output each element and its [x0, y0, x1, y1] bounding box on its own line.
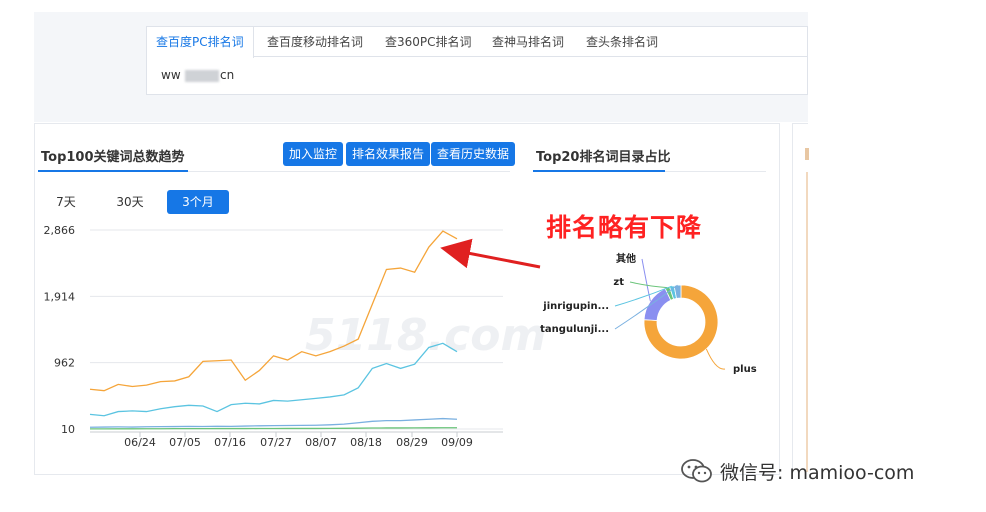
y-tick-label: 962 — [54, 357, 75, 370]
pie-label-4: tangulunji... — [540, 324, 609, 335]
pie-label-2: zt — [613, 277, 624, 288]
charts-canvas: 5118.com 2,866 1,914 962 10 06/24 07/05 07/16 0… — [44, 224, 757, 449]
pie-chart: plus 其他 zt jinrigupin... tangulunji... — [540, 252, 757, 375]
pie-label-1: 其他 — [616, 252, 636, 265]
pie-label-0: plus — [733, 364, 757, 375]
wechat-id: 微信号: mamioo-com — [720, 461, 915, 484]
x-tick-label: 08/29 — [396, 436, 428, 449]
wechat-badge: 微信号: mamioo-com — [680, 456, 914, 486]
y-tick-label: 1,914 — [44, 290, 76, 303]
x-tick-label: 08/18 — [350, 436, 382, 449]
wechat-icon — [681, 459, 712, 483]
series-line-2 — [89, 417, 458, 428]
x-tick-label: 06/24 — [124, 436, 156, 449]
x-tick-label: 08/07 — [305, 436, 337, 449]
y-tick-label: 2,866 — [44, 224, 76, 237]
x-tick-label: 07/16 — [214, 436, 246, 449]
x-tick-label: 07/27 — [260, 436, 292, 449]
pie-leader-0 — [705, 348, 726, 370]
watermark: 5118.com — [305, 310, 546, 361]
pie-leader-2 — [629, 281, 668, 289]
x-tick-label: 09/09 — [441, 436, 473, 449]
x-tick-label: 07/05 — [169, 436, 201, 449]
y-tick-label: 10 — [61, 423, 75, 436]
annotation-arrow — [440, 238, 541, 269]
annotation-text: 排名略有下降 — [546, 213, 703, 242]
pie-label-3: jinrigupin... — [542, 301, 609, 312]
